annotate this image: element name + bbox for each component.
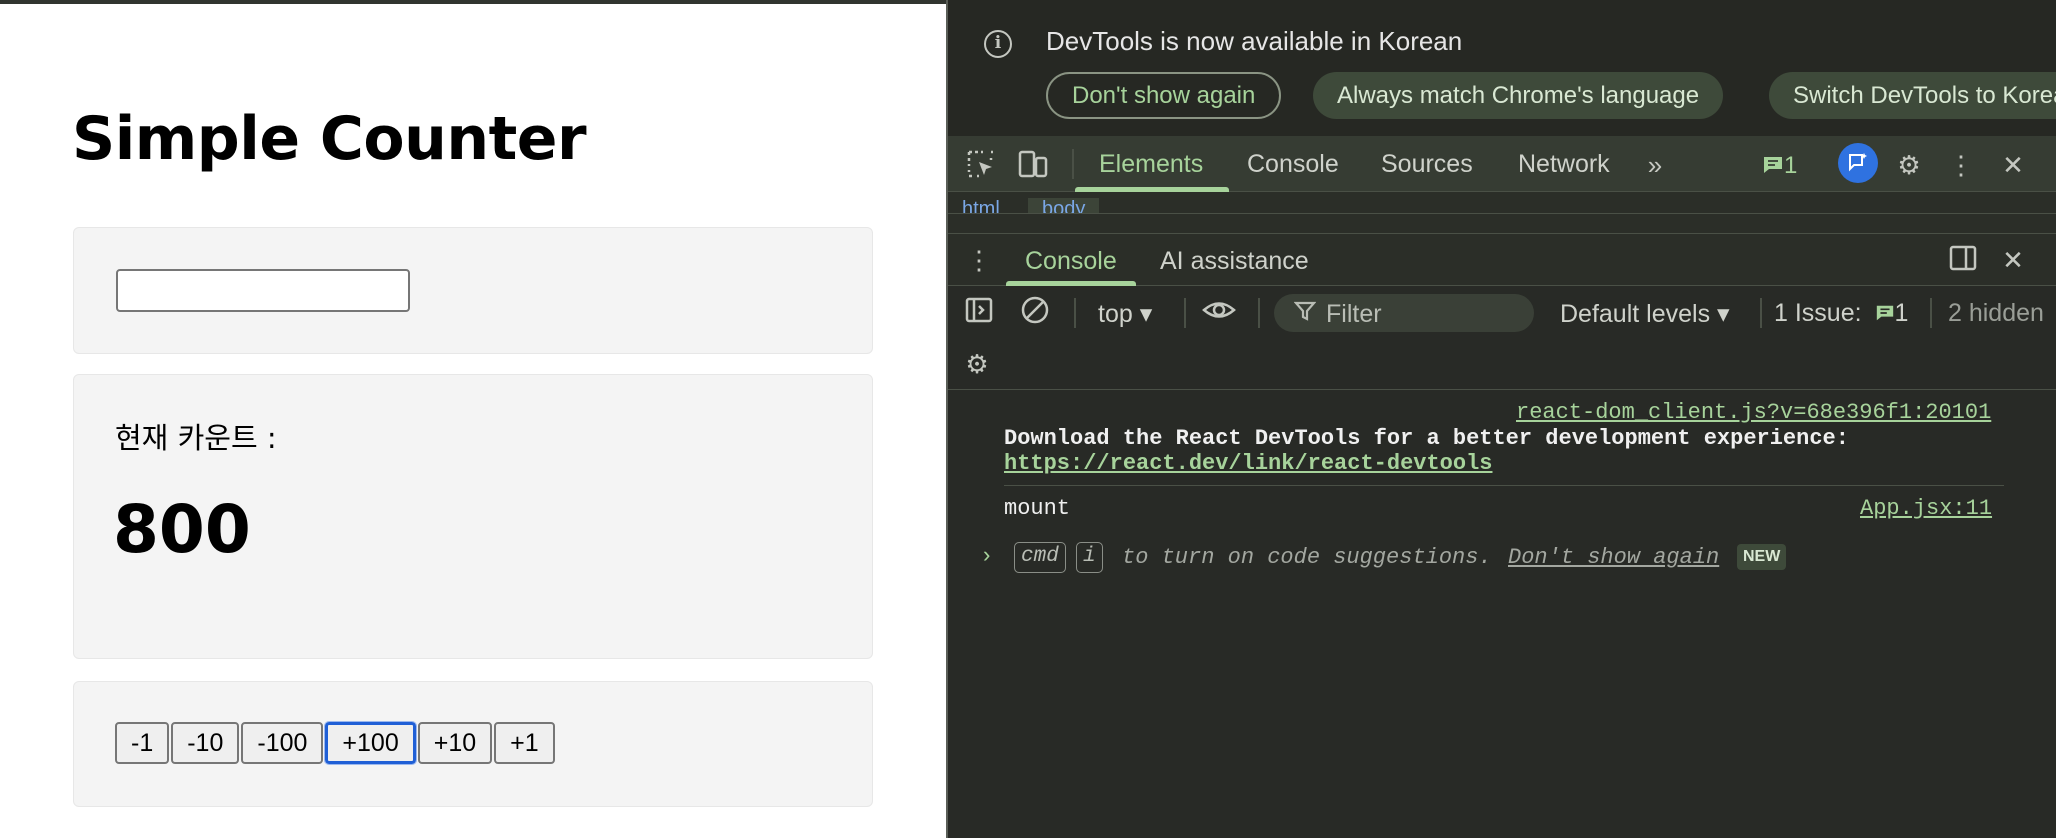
console-settings-gear-icon[interactable]: ⚙ (960, 347, 994, 381)
match-language-button[interactable]: Always match Chrome's language (1313, 72, 1724, 119)
buttons-card: -1 -10 -100 +100 +10 +1 (73, 681, 873, 807)
message-source-link[interactable]: App.jsx:11 (1860, 496, 1992, 521)
infobar-message: DevTools is now available in Korean (1046, 26, 1463, 56)
minus-1-button[interactable]: -1 (115, 722, 170, 764)
ai-assistance-icon[interactable] (1838, 143, 1878, 183)
plus-100-button[interactable]: +100 (324, 721, 417, 765)
clear-console-icon[interactable] (1018, 295, 1052, 329)
tab-elements[interactable]: Elements (1099, 150, 1203, 179)
dock-side-icon[interactable] (1946, 243, 1980, 277)
counter-input[interactable] (116, 269, 410, 312)
console-settings-row: ⚙ (948, 338, 2056, 390)
log-levels-value: Default levels (1560, 300, 1711, 328)
i-key-hint: i (1076, 542, 1103, 573)
inspect-element-icon[interactable] (964, 148, 998, 182)
minus-100-button[interactable]: -100 (241, 722, 324, 764)
dont-show-suggestions-link[interactable]: Don't show again (1508, 545, 1719, 570)
live-expression-eye-icon[interactable] (1202, 295, 1236, 329)
plus-10-button[interactable]: +10 (417, 722, 493, 764)
message-source-link[interactable]: react-dom_client.js?v=68e396f1:20101 (1516, 400, 1991, 425)
drawer-menu-icon[interactable]: ⋮ (962, 243, 996, 277)
tab-console[interactable]: Console (1247, 150, 1339, 179)
toolbar-divider (1072, 149, 1074, 179)
console-toolbar-divider (1760, 298, 1762, 328)
close-drawer-icon[interactable]: ✕ (1996, 243, 2030, 277)
count-value: 800 (113, 491, 251, 568)
issues-badge-count: 1 (1784, 152, 1798, 179)
close-devtools-icon[interactable]: ✕ (1996, 148, 2030, 182)
console-toolbar-divider (1258, 298, 1260, 328)
counter-button-row: -1 -10 -100 +100 +10 +1 (115, 721, 555, 765)
drawer-resizer[interactable] (948, 214, 2056, 234)
code-suggestions-hint: to turn on code suggestions. (1122, 545, 1492, 570)
page-title: Simple Counter (72, 104, 587, 174)
devtools-panel: i DevTools is now available in Korean Do… (946, 0, 2056, 838)
console-message: mount (1004, 496, 1071, 521)
breadcrumb: html body (948, 192, 2056, 214)
message-divider (1004, 485, 2004, 486)
app-page: Simple Counter 현재 카운트 : 800 -1 -10 -100 … (0, 0, 946, 838)
issues-badge[interactable]: 1 (1762, 152, 1797, 180)
more-tabs-chevron-icon[interactable]: » (1638, 148, 1672, 182)
cmd-key-hint: cmd (1014, 542, 1066, 573)
new-badge: NEW (1737, 544, 1787, 570)
hidden-count: 2 hidden (1948, 299, 2044, 327)
filter-funnel-icon (1293, 298, 1317, 330)
language-infobar: i DevTools is now available in Korean Do… (948, 0, 2056, 136)
more-options-icon[interactable]: ⋮ (1944, 148, 1978, 182)
drawer-tab-console[interactable]: Console (1025, 247, 1117, 276)
count-card: 현재 카운트 : 800 (73, 374, 873, 659)
dont-show-again-button[interactable]: Don't show again (1046, 72, 1282, 119)
tab-network[interactable]: Network (1518, 150, 1610, 179)
console-message: Download the React DevTools for a better… (1004, 426, 1849, 451)
console-toolbar-divider (1074, 298, 1076, 328)
sidebar-toggle-icon[interactable] (962, 295, 996, 329)
log-levels-dropdown[interactable]: Default levels ▾ (1560, 299, 1730, 329)
tab-sources[interactable]: Sources (1381, 150, 1473, 179)
console-toolbar-divider (1184, 298, 1186, 328)
console-issues-link[interactable]: 1 Issue: 1 (1774, 299, 1908, 328)
console-output: react-dom_client.js?v=68e396f1:20101 Dow… (948, 390, 2056, 838)
input-card (73, 227, 873, 354)
react-devtools-link[interactable]: https://react.dev/link/react-devtools (1004, 451, 1492, 476)
device-toolbar-icon[interactable] (1016, 148, 1050, 182)
issues-label: 1 Issue: (1774, 299, 1862, 327)
context-selector[interactable]: top ▾ (1098, 299, 1152, 329)
count-label: 현재 카운트 : (115, 421, 277, 455)
console-prompt-chevron-icon: › (980, 544, 994, 569)
plus-1-button[interactable]: +1 (494, 722, 555, 764)
minus-10-button[interactable]: -10 (171, 722, 240, 764)
info-icon: i (984, 30, 1012, 58)
devtools-main-toolbar: Elements Console Sources Network » (948, 136, 2056, 192)
drawer-tabbar: ⋮ Console AI assistance ✕ (948, 234, 2056, 286)
console-filter-input[interactable]: Filter (1274, 294, 1534, 332)
console-issues-count: 1 (1894, 299, 1909, 327)
breadcrumb-html[interactable]: html (962, 198, 1000, 213)
breadcrumb-body[interactable]: body (1028, 198, 1100, 213)
context-value: top (1098, 300, 1133, 328)
switch-language-button[interactable]: Switch DevTools to Korean (1769, 72, 2056, 119)
console-toolbar-divider (1930, 298, 1932, 328)
drawer-tab-ai-assistance[interactable]: AI assistance (1160, 247, 1309, 276)
filter-placeholder: Filter (1326, 300, 1382, 328)
console-toolbar: top ▾ Filter Default levels ▾ 1 Issue: 1… (948, 286, 2056, 338)
settings-gear-icon[interactable]: ⚙ (1892, 148, 1926, 182)
